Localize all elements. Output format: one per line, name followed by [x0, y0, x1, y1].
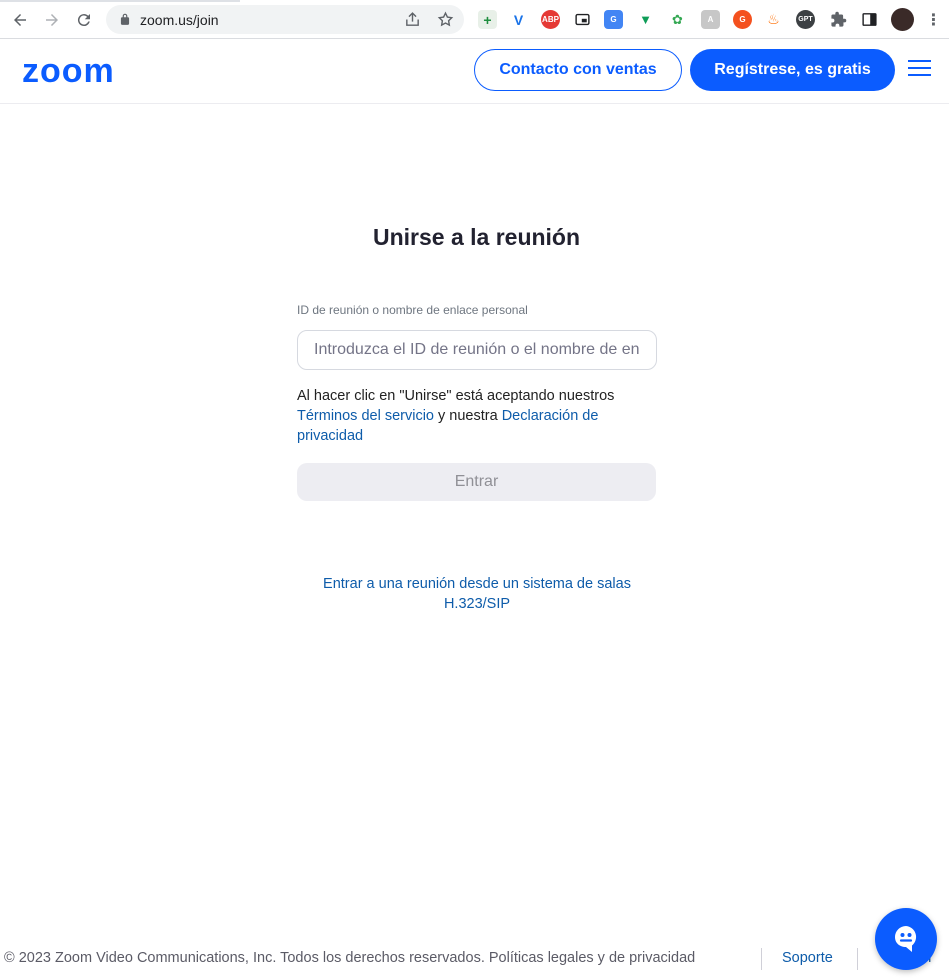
extension-flame-icon[interactable]: ♨ [764, 10, 783, 29]
room-system-link[interactable]: Entrar a una reunión desde un sistema de… [300, 574, 654, 614]
reload-icon [77, 14, 90, 27]
page-title: Unirse a la reunión [372, 224, 581, 250]
reload-button[interactable] [72, 8, 96, 32]
extension-v-icon[interactable]: V [509, 10, 528, 29]
share-icon[interactable] [404, 11, 421, 28]
picture-in-picture-icon[interactable] [573, 10, 592, 29]
extensions-puzzle-icon[interactable] [829, 10, 848, 29]
copyright-text: © 2023 Zoom Video Communications, Inc. T… [4, 950, 696, 966]
browser-toolbar: zoom.us/join + V ABP G ▼ ✿ A G ♨ GPT ⋮ [0, 0, 949, 39]
forward-button[interactable] [40, 8, 64, 32]
chat-bot-icon [895, 926, 917, 952]
extension-gray-icon[interactable]: A [701, 10, 720, 29]
site-header: zoom Contacto con ventas Regístrese, es … [0, 39, 949, 104]
star-icon[interactable] [437, 11, 454, 28]
footer-divider [857, 948, 858, 970]
contact-sales-button[interactable]: Contacto con ventas [474, 49, 682, 91]
extension-puzzle-green-icon[interactable]: ✿ [668, 10, 687, 29]
chat-assistant-button[interactable] [875, 908, 937, 970]
terms-prefix: Al hacer clic en "Unirse" está aceptando… [297, 388, 615, 404]
kebab-menu-icon[interactable]: ⋮ [924, 10, 943, 29]
meeting-id-label: ID de reunión o nombre de enlace persona… [297, 303, 528, 317]
footer-divider [761, 948, 762, 970]
terms-notice: Al hacer clic en "Unirse" está aceptando… [297, 386, 657, 446]
back-button[interactable] [8, 8, 32, 32]
terms-middle: y nuestra [434, 408, 502, 424]
chatgpt-extension-icon[interactable]: GPT [796, 10, 815, 29]
extension-orange-icon[interactable]: G [733, 10, 752, 29]
google-translate-icon[interactable]: G [604, 10, 623, 29]
support-link[interactable]: Soporte [782, 950, 833, 966]
profile-avatar[interactable] [891, 8, 914, 31]
address-bar-url: zoom.us/join [140, 12, 219, 28]
zoom-logo[interactable]: zoom [22, 54, 132, 86]
address-bar[interactable]: zoom.us/join [106, 5, 464, 34]
extension-plus-icon[interactable]: + [478, 10, 497, 29]
lock-icon [120, 13, 130, 25]
join-button[interactable]: Entrar [297, 463, 656, 501]
arrow-left-icon [14, 14, 26, 26]
signup-free-button[interactable]: Regístrese, es gratis [690, 49, 895, 91]
adblock-icon[interactable]: ABP [541, 10, 560, 29]
extension-shield-icon[interactable]: ▼ [636, 10, 655, 29]
footer: © 2023 Zoom Video Communications, Inc. T… [0, 948, 949, 970]
meeting-id-input[interactable] [297, 330, 657, 370]
tab-strip-edge [0, 0, 240, 2]
side-panel-icon[interactable] [860, 10, 879, 29]
svg-text:zoom: zoom [22, 54, 115, 86]
terms-of-service-link[interactable]: Términos del servicio [297, 408, 434, 424]
arrow-right-icon [46, 14, 58, 26]
hamburger-menu-icon[interactable] [908, 60, 932, 80]
